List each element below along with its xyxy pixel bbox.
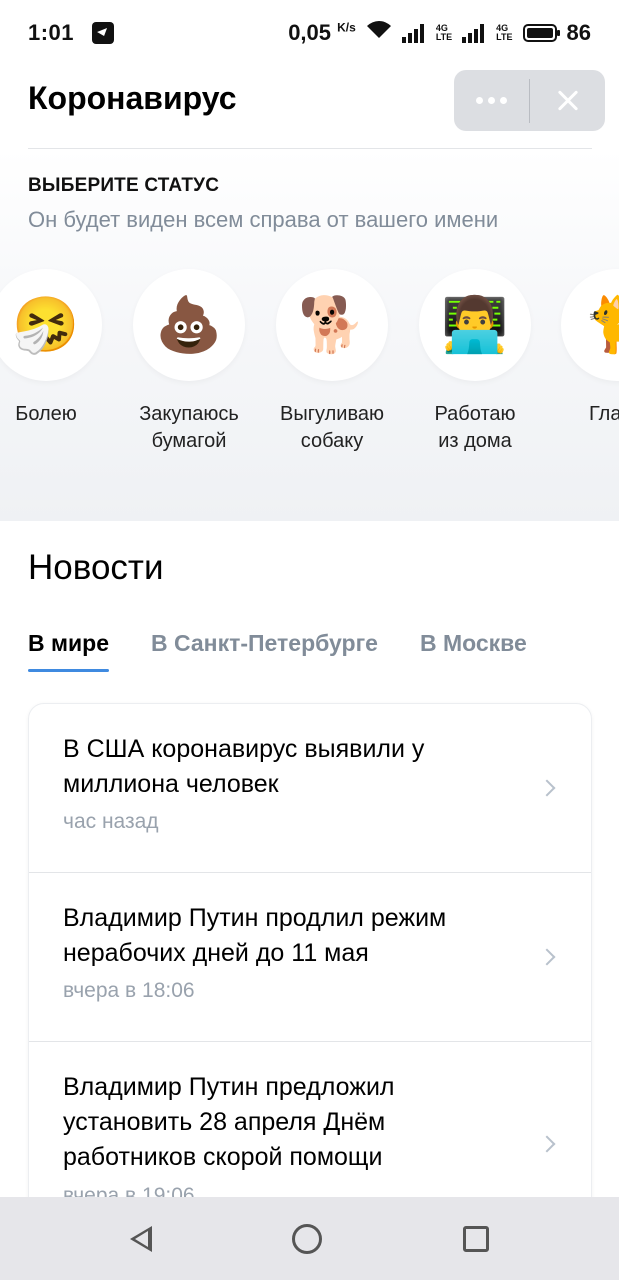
status-circle: 💩 [133, 269, 245, 381]
signal-icon-2 [462, 23, 485, 43]
status-section: ВЫБЕРИТЕ СТАТУС Он будет виден всем спра… [0, 149, 619, 521]
miniapp-capsule [454, 70, 605, 131]
tab-moscow[interactable]: В Москве [420, 630, 527, 672]
telegram-icon [92, 22, 115, 44]
status-item-sick[interactable]: 🤧 Болею [0, 269, 102, 428]
cat-icon: 🐈 [583, 293, 619, 356]
tab-saint-petersburg[interactable]: В Санкт-Петербурге [151, 630, 378, 672]
news-headline: В США коронавирус выявили у миллиона чел… [63, 735, 425, 798]
system-nav-bar [0, 1197, 619, 1280]
signal-icon [401, 23, 424, 43]
status-label: Глажу [588, 403, 619, 425]
status-item-work-home[interactable]: 👨‍💻 Работаю из дома [419, 269, 531, 455]
chevron-right-icon [538, 1135, 556, 1153]
news-headline: Владимир Путин предложил установить 28 а… [63, 1073, 395, 1171]
more-dots-icon[interactable] [454, 70, 529, 131]
status-circle: 👨‍💻 [419, 269, 531, 381]
network-speed: 0,05 K/s [288, 20, 356, 45]
status-label: Работаю из дома [434, 403, 516, 452]
clock: 1:01 [28, 20, 75, 45]
status-bar: 1:01 0,05 K/s 4G LTE 4G LTE 86 [0, 0, 619, 66]
news-item[interactable]: В США коронавирус выявили у миллиона чел… [29, 704, 591, 873]
news-card: В США коронавирус выявили у миллиона чел… [28, 703, 592, 1263]
back-triangle-icon[interactable] [130, 1225, 153, 1252]
news-time: вчера в 18:06 [63, 979, 195, 1002]
screen: 1:01 0,05 K/s 4G LTE 4G LTE 86 Коронавирус [0, 0, 619, 1280]
status-circle: 🐈 [561, 269, 619, 381]
dog-icon: 🐕 [298, 293, 366, 356]
status-right: 0,05 K/s 4G LTE 4G LTE 86 [288, 20, 591, 46]
status-label: Болею [15, 403, 77, 425]
pile-of-poo-icon: 💩 [155, 293, 223, 356]
battery-icon [522, 24, 560, 42]
wifi-icon [366, 20, 392, 46]
chevron-right-icon [538, 948, 556, 966]
status-circle: 🐕 [276, 269, 388, 381]
status-item-cat[interactable]: 🐈 Глажу [561, 269, 619, 428]
news-headline: Владимир Путин продлил режим нерабочих д… [63, 904, 447, 967]
close-icon[interactable] [530, 70, 605, 131]
news-item[interactable]: Владимир Путин продлил режим нерабочих д… [29, 873, 591, 1042]
status-item-paper[interactable]: 💩 Закупаюсь бумагой [133, 269, 245, 455]
status-circle: 🤧 [0, 269, 102, 381]
status-label: Закупаюсь бумагой [139, 403, 239, 452]
battery-level: 86 [566, 20, 591, 45]
sneezing-face-icon: 🤧 [12, 293, 80, 356]
man-technologist-icon: 👨‍💻 [441, 293, 509, 356]
news-tabs: В мире В Санкт-Петербурге В Москве [28, 630, 527, 672]
page-title: Коронавирус [28, 80, 237, 116]
tab-world[interactable]: В мире [28, 630, 109, 672]
news-time: час назад [63, 810, 159, 833]
home-circle-icon[interactable] [292, 1223, 323, 1254]
news-title: Новости [28, 548, 164, 587]
status-label: Выгуливаю собаку [280, 403, 384, 452]
recent-square-icon[interactable] [462, 1225, 489, 1252]
chevron-right-icon [538, 779, 556, 797]
network-type-2: 4G LTE [496, 23, 513, 42]
app-header: Коронавирус [28, 66, 605, 148]
status-heading: ВЫБЕРИТЕ СТАТУС [28, 175, 220, 196]
network-type-1: 4G LTE [435, 23, 453, 42]
status-item-dog[interactable]: 🐕 Выгуливаю собаку [276, 269, 388, 455]
status-subtitle: Он будет виден всем справа от вашего име… [28, 207, 499, 232]
